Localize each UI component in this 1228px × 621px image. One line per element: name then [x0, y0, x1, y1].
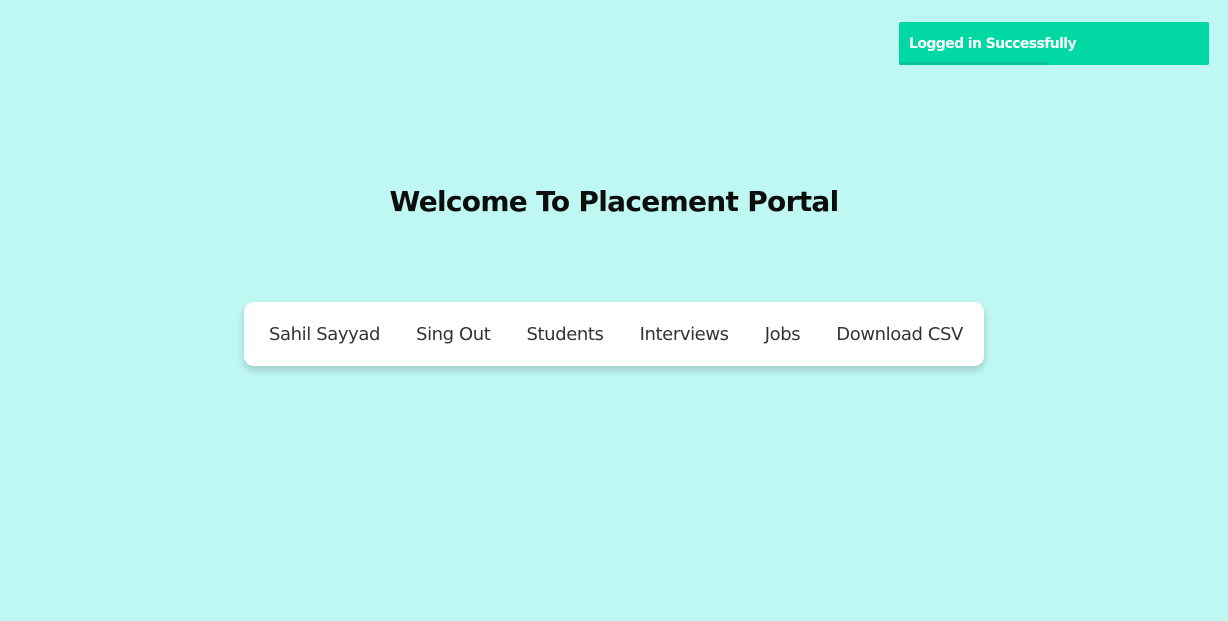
nav-interviews-link[interactable]: Interviews: [640, 324, 729, 345]
nav-jobs-link[interactable]: Jobs: [765, 324, 801, 345]
toast-notification[interactable]: Logged in Successfully: [899, 22, 1209, 65]
nav-students-link[interactable]: Students: [527, 324, 604, 345]
page-title: Welcome To Placement Portal: [389, 185, 840, 218]
nav-download-csv-link[interactable]: Download CSV: [836, 324, 963, 345]
nav-user-name[interactable]: Sahil Sayyad: [269, 324, 380, 345]
toast-message: Logged in Successfully: [909, 35, 1077, 52]
nav-sign-out-link[interactable]: Sing Out: [416, 324, 491, 345]
main-nav: Sahil Sayyad Sing Out Students Interview…: [244, 302, 984, 366]
toast-progress-bar: [899, 62, 1048, 65]
